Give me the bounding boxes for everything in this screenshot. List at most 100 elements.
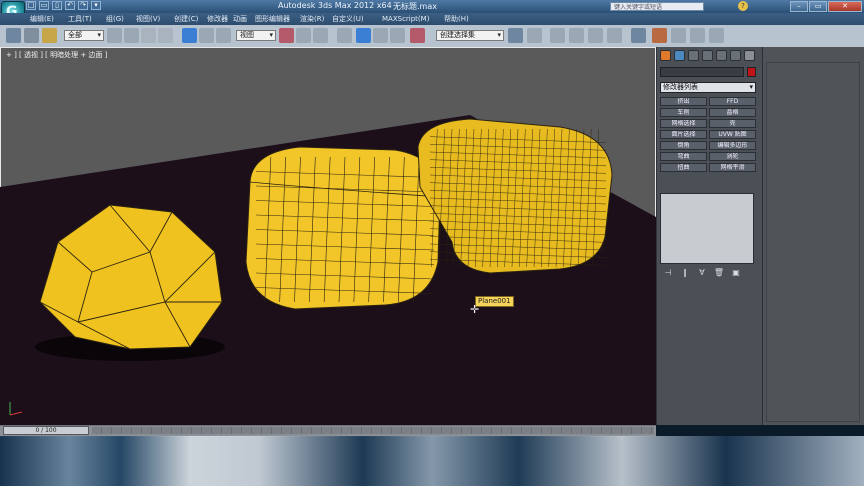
turbosmooth-button[interactable]: 涡轮: [709, 152, 756, 161]
graphite-toggle-icon[interactable]: [569, 28, 584, 43]
configure-sets-icon[interactable]: ▣: [730, 268, 742, 277]
open-file-icon[interactable]: ▭: [39, 1, 49, 10]
remove-modifier-icon[interactable]: 🗑: [713, 268, 725, 277]
modify-tab-icon[interactable]: [674, 50, 685, 61]
minimize-button[interactable]: –: [790, 1, 808, 12]
pivot-center-icon[interactable]: [279, 28, 294, 43]
layer-manager-icon[interactable]: [550, 28, 565, 43]
menu-group[interactable]: 组(G): [106, 13, 136, 25]
create-tab-icon[interactable]: [660, 50, 671, 61]
percent-snap-icon[interactable]: [373, 28, 388, 43]
hierarchy-tab-icon[interactable]: [688, 50, 699, 61]
modifier-stack-list[interactable]: [660, 193, 754, 264]
select-object-icon[interactable]: [107, 28, 122, 43]
menu-modifiers[interactable]: 修改器: [207, 13, 233, 25]
twist-button[interactable]: 扭曲: [660, 163, 707, 172]
time-slider[interactable]: 0 / 100: [3, 426, 89, 435]
snaps-toggle-icon[interactable]: [337, 28, 352, 43]
display-tab-icon[interactable]: [716, 50, 727, 61]
select-and-move-icon[interactable]: [182, 28, 197, 43]
viewport-scene: [0, 115, 656, 425]
rendered-frame-icon[interactable]: [671, 28, 686, 43]
schematic-view-icon[interactable]: [607, 28, 622, 43]
reference-coordinate-dropdown[interactable]: 视图 ▾: [236, 30, 276, 41]
status-bar: [0, 436, 864, 486]
keyboard-shortcut-icon[interactable]: [313, 28, 328, 43]
undo-icon[interactable]: ↶: [65, 1, 75, 10]
menu-items: 编辑(E) 工具(T) 组(G) 视图(V) 创建(C) 修改器 动画 图形编辑…: [30, 13, 474, 25]
select-and-scale-icon[interactable]: [216, 28, 231, 43]
patch-select-button[interactable]: 面片选择: [660, 130, 707, 139]
material-editor-icon[interactable]: [631, 28, 646, 43]
menu-create[interactable]: 创建(C): [174, 13, 207, 25]
menu-customize[interactable]: 自定义(U): [332, 13, 382, 25]
wrench-icon[interactable]: [744, 50, 755, 61]
menu-edit[interactable]: 编辑(E): [30, 13, 68, 25]
shell-button[interactable]: 壳: [709, 119, 756, 128]
side-panel-content: [766, 62, 860, 422]
edit-poly-button[interactable]: 编辑多边形: [709, 141, 756, 150]
curve-editor-icon[interactable]: [588, 28, 603, 43]
object-name-tooltip: Plane001: [475, 296, 514, 307]
window-title: Autodesk 3ds Max 2012 x64: [278, 1, 392, 10]
meshsmooth-button[interactable]: 网格平滑: [709, 163, 756, 172]
motion-tab-icon[interactable]: [702, 50, 713, 61]
select-link-icon[interactable]: [6, 28, 21, 43]
mirror-icon[interactable]: [508, 28, 523, 43]
timeline-track[interactable]: [92, 427, 654, 434]
select-manipulate-icon[interactable]: [296, 28, 311, 43]
show-end-result-icon[interactable]: ‖: [679, 268, 691, 277]
bevel-button[interactable]: 倒角: [660, 141, 707, 150]
menu-animation[interactable]: 动画: [233, 13, 255, 25]
modifier-list-dropdown[interactable]: 修改器列表 ▾: [660, 82, 756, 93]
viewport-label[interactable]: + ] [ 透视 ] [ 明暗处理 + 边面 ]: [6, 50, 107, 60]
select-by-name-icon[interactable]: [124, 28, 139, 43]
maximize-button[interactable]: ▭: [809, 1, 827, 12]
menu-views[interactable]: 视图(V): [136, 13, 174, 25]
save-file-icon[interactable]: ▯: [52, 1, 62, 10]
spinner-snap-icon[interactable]: [390, 28, 405, 43]
align-icon[interactable]: [527, 28, 542, 43]
quick-access-toolbar: □ ▭ ▯ ↶ ↷ ▾: [26, 1, 101, 11]
uvw-map-button[interactable]: UVW 贴图: [709, 130, 756, 139]
object-color-swatch[interactable]: [747, 67, 756, 77]
mesh-select-button[interactable]: 网格选择: [660, 119, 707, 128]
window-filename: 无标题.max: [393, 2, 437, 11]
utilities-tab-icon[interactable]: [730, 50, 741, 61]
help-icon[interactable]: ?: [738, 1, 748, 11]
modifier-button-grid: 挤出 FFD 车削 晶格 网格选择 壳 面片选择 UVW 贴图 倒角 编辑多边形…: [660, 97, 756, 172]
close-button[interactable]: ✕: [828, 1, 862, 12]
rectangular-selection-icon[interactable]: [141, 28, 156, 43]
angle-snap-icon[interactable]: [356, 28, 371, 43]
search-input[interactable]: 键入关键字或短语: [610, 2, 704, 11]
select-and-rotate-icon[interactable]: [199, 28, 214, 43]
edit-named-selection-icon[interactable]: [410, 28, 425, 43]
new-file-icon[interactable]: □: [26, 1, 36, 10]
menu-graph-editors[interactable]: 图形编辑器: [255, 13, 300, 25]
bind-space-warp-icon[interactable]: [42, 28, 57, 43]
window-crossing-icon[interactable]: [158, 28, 173, 43]
render-setup-icon[interactable]: [652, 28, 667, 43]
render-production-icon[interactable]: [690, 28, 705, 43]
pin-stack-icon[interactable]: ⊣: [662, 268, 674, 277]
move-cursor-icon: ✛: [470, 303, 480, 316]
lattice-button[interactable]: 晶格: [709, 108, 756, 117]
unlink-icon[interactable]: [24, 28, 39, 43]
menu-maxscript[interactable]: MAXScript(M): [382, 13, 444, 25]
redo-icon[interactable]: ↷: [78, 1, 88, 10]
lathe-button[interactable]: 车削: [660, 108, 707, 117]
extrude-button[interactable]: 挤出: [660, 97, 707, 106]
ffd-button[interactable]: FFD: [709, 97, 756, 106]
make-unique-icon[interactable]: ∀: [696, 268, 708, 277]
bend-button[interactable]: 弯曲: [660, 152, 707, 161]
command-panel-tabs: [660, 50, 755, 61]
object-name-field[interactable]: [660, 67, 744, 77]
menu-help[interactable]: 帮助(H): [444, 13, 474, 25]
menu-rendering[interactable]: 渲染(R): [300, 13, 332, 25]
menu-tools[interactable]: 工具(T): [68, 13, 106, 25]
teapot-render-icon[interactable]: [709, 28, 724, 43]
named-selection-dropdown[interactable]: 创建选择集 ▾: [436, 30, 504, 41]
quick-access-dropdown-icon[interactable]: ▾: [91, 1, 101, 10]
selection-filter-dropdown[interactable]: 全部 ▾: [64, 30, 104, 41]
rounded-box-medium[interactable]: [245, 146, 441, 310]
